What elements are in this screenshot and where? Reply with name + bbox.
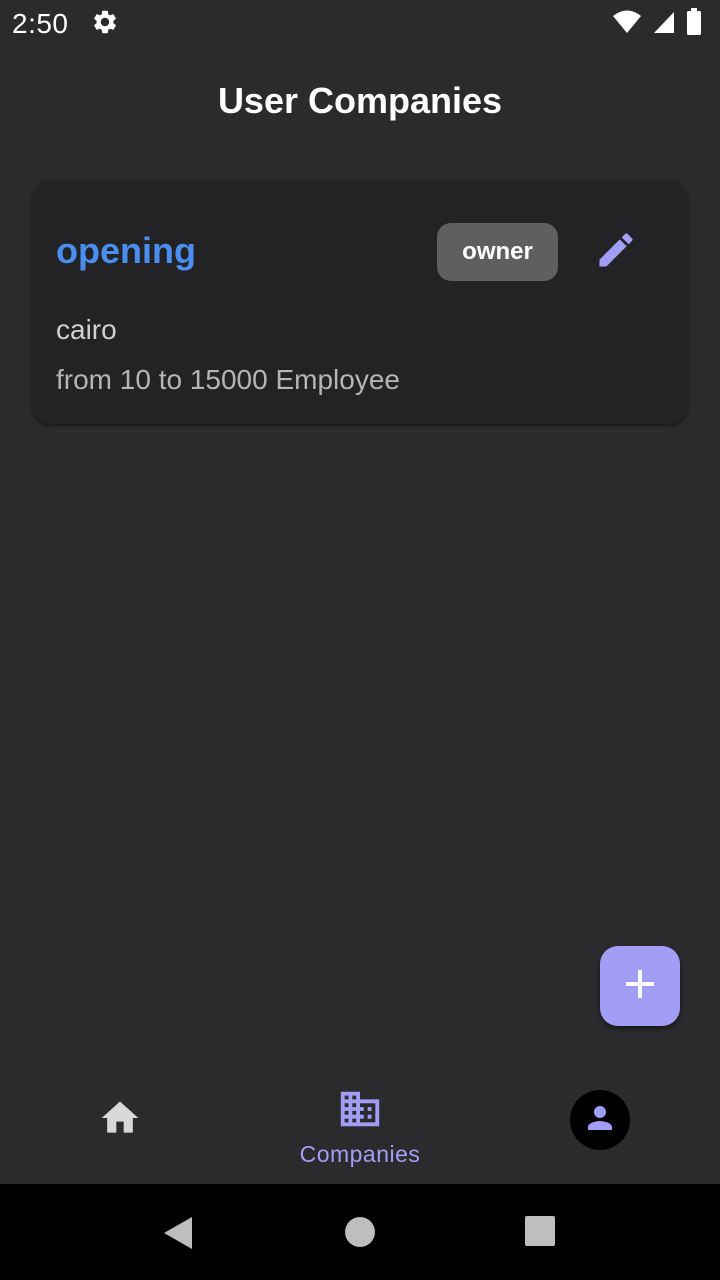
edit-button[interactable] [592,228,640,276]
plus-icon [624,968,656,1005]
cell-signal-icon [652,9,676,40]
bottom-nav: Companies [0,1056,720,1184]
status-left: 2:50 [12,8,119,41]
nav-item-companies[interactable]: Companies [260,1086,460,1168]
role-badge: owner [437,223,558,281]
pencil-icon [594,228,638,277]
home-icon [98,1096,142,1145]
wifi-icon [612,9,642,40]
company-location: cairo [56,314,117,345]
status-time: 2:50 [12,8,69,39]
person-icon [582,1100,618,1141]
nav-item-companies-label: Companies [299,1141,421,1167]
nav-item-profile[interactable] [570,1090,630,1150]
add-company-button[interactable] [600,946,680,1026]
status-right [612,7,702,41]
company-card[interactable]: opening owner cairo from 10 to 15000 Emp… [32,180,688,424]
page-title: User Companies [217,80,503,121]
home-circle-icon[interactable] [344,1216,376,1253]
company-name: opening [56,230,196,271]
nav-item-home[interactable] [80,1096,160,1145]
system-nav-bar [0,1184,720,1280]
gear-icon [91,8,119,41]
status-bar: 2:50 [0,0,720,48]
company-size: from 10 to 15000 Employee [56,364,400,395]
recents-icon[interactable] [525,1216,555,1251]
back-icon[interactable] [162,1216,194,1255]
battery-icon [686,7,702,41]
building-icon [337,1086,383,1137]
